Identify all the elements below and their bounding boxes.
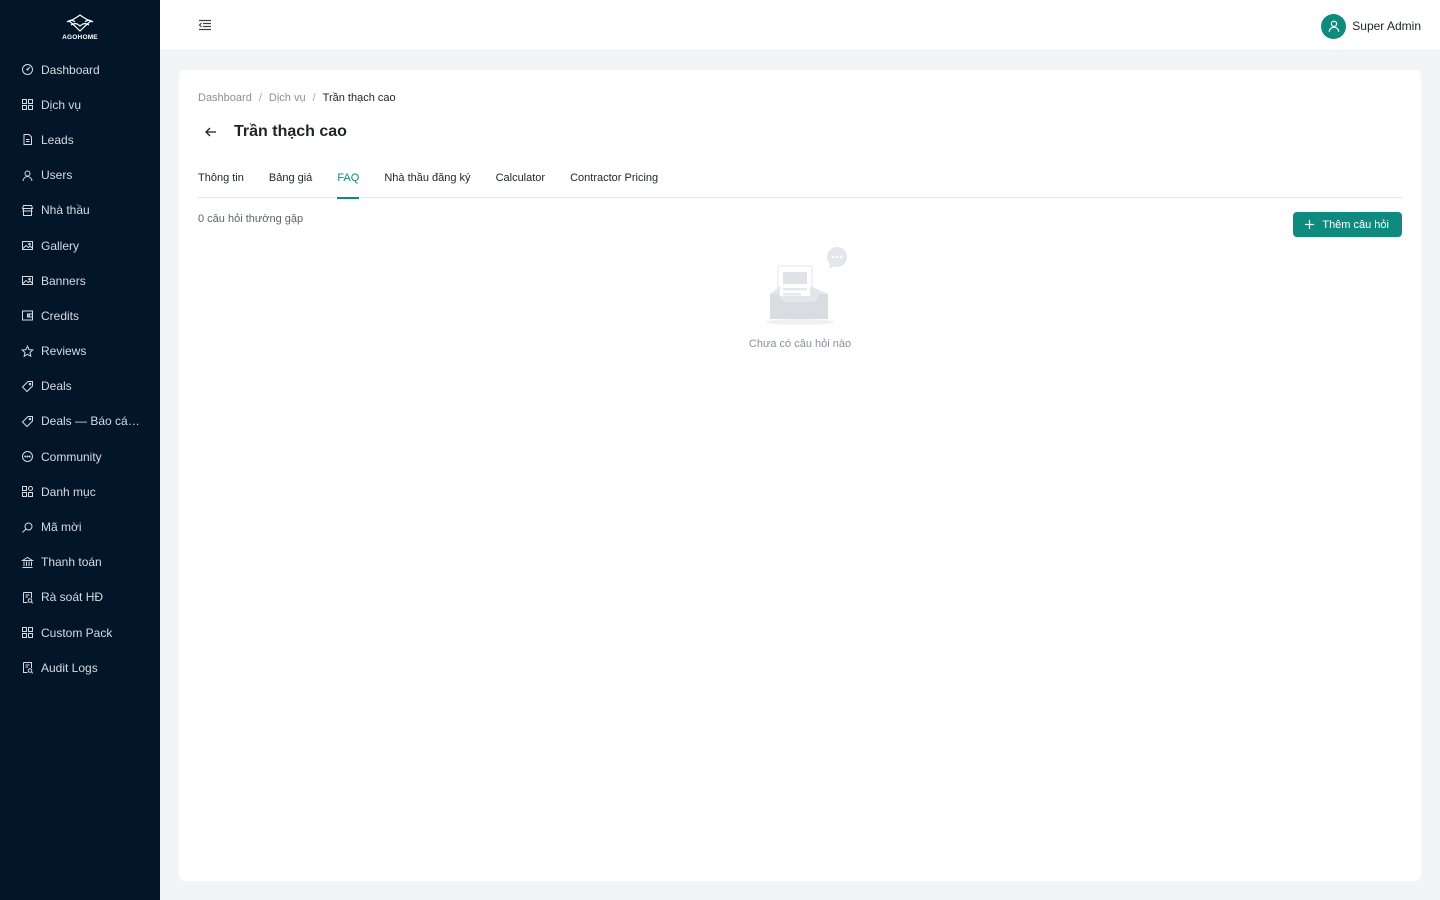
avatar (1321, 13, 1347, 39)
tag-icon (21, 415, 34, 428)
sidebar-item-12[interactable]: Community (0, 439, 160, 474)
user-icon (21, 169, 34, 182)
sidebar-item-label: Leads (41, 132, 74, 147)
username: Super Admin (1352, 19, 1421, 33)
menu-fold-icon (198, 19, 211, 31)
sidebar-item-label: Nhà thầu (41, 203, 90, 218)
search-icon (21, 521, 34, 534)
sidebar-item-label: Thanh toán (41, 555, 102, 570)
brand-logo[interactable]: AGOHOME (0, 0, 160, 50)
brand-name: AGOHOME (62, 34, 98, 41)
sidebar-item-15[interactable]: Thanh toán (0, 545, 160, 580)
plus-icon (1304, 219, 1315, 230)
sidebar-item-4[interactable]: Users (0, 158, 160, 193)
breadcrumb-dashboard[interactable]: Dashboard (198, 92, 252, 104)
star-icon (21, 344, 34, 358)
sidebar-item-8[interactable]: Credits (0, 298, 160, 333)
sidebar-item-label: Users (41, 168, 73, 183)
sidebar-item-label: Rà soát HĐ (41, 590, 104, 605)
page-title: Trần thạch cao (234, 123, 347, 140)
sidebar-item-17[interactable]: Custom Pack (0, 615, 160, 650)
user-menu[interactable]: Super Admin (1321, 13, 1421, 39)
sidebar-item-14[interactable]: Mã mời (0, 509, 160, 544)
title-row: Trần thạch cao (203, 123, 347, 141)
grid-icon (21, 98, 34, 111)
sidebar-item-1[interactable]: Dashboard (0, 52, 160, 87)
sidebar-item-label: Credits (41, 308, 80, 323)
empty-state: Chưa có câu hỏi nào (729, 246, 871, 350)
sidebar-item-2[interactable]: Dịch vụ (0, 87, 160, 122)
add-question-label: Thêm câu hỏi (1322, 218, 1389, 231)
sidebar-item-label: Banners (41, 273, 86, 288)
sidebar-item-label: Dịch vụ (41, 97, 82, 112)
faq-count: 0 câu hỏi thường gặp (198, 213, 304, 225)
tag-icon (21, 380, 34, 393)
empty-inbox-icon (766, 247, 847, 325)
breadcrumb-services[interactable]: Dịch vụ (269, 92, 306, 104)
picture-icon (21, 274, 34, 287)
sidebar-item-6[interactable]: Gallery (0, 228, 160, 263)
tab-2[interactable]: Bảng giá (269, 172, 312, 198)
sidebar-item-label: Gallery (41, 238, 80, 253)
sidebar-item-11[interactable]: Deals — Báo cáo ... (0, 404, 160, 439)
picture-icon (21, 239, 34, 252)
wallet-icon (21, 309, 34, 322)
tab-3[interactable]: FAQ (337, 172, 360, 199)
audit-icon (21, 661, 34, 674)
back-button[interactable] (203, 124, 219, 140)
top-header: Super Admin (160, 0, 1440, 51)
message-icon (21, 450, 34, 463)
menu-toggle-button[interactable] (197, 17, 213, 33)
tab-6[interactable]: Contractor Pricing (570, 172, 658, 198)
sidebar-item-label: Mã mời (41, 520, 82, 535)
content-card: Dashboard / Dịch vụ / Trần thạch cao Trầ… (179, 70, 1421, 881)
tab-bar: Thông tin Bảng giá FAQ Nhà thầu đăng ký Calc… (198, 172, 1402, 199)
sidebar-item-16[interactable]: Rà soát HĐ (0, 580, 160, 615)
sidebar-item-label: Dashboard (41, 62, 100, 77)
document-icon (21, 133, 34, 146)
shop-icon (21, 204, 34, 217)
tab-4[interactable]: Nhà thầu đăng ký (384, 172, 470, 198)
breadcrumb-current: Trần thạch cao (322, 92, 396, 104)
category-icon (21, 485, 34, 498)
sidebar-item-13[interactable]: Danh mục (0, 474, 160, 509)
logo-icon (66, 14, 94, 32)
tab-1[interactable]: Thông tin (198, 172, 244, 198)
user-icon (1328, 20, 1340, 32)
sidebar-item-label: Community (41, 449, 102, 464)
sidebar: AGOHOME Dashboard Dịch vụ Leads Users Nhà th… (0, 0, 160, 900)
sidebar-item-5[interactable]: Nhà thầu (0, 193, 160, 228)
sidebar-item-10[interactable]: Deals (0, 369, 160, 404)
empty-state-text: Chưa có câu hỏi nào (748, 338, 852, 350)
sidebar-item-18[interactable]: Audit Logs (0, 650, 160, 685)
breadcrumb-separator: / (312, 92, 316, 104)
sidebar-item-7[interactable]: Banners (0, 263, 160, 298)
sidebar-item-label: Audit Logs (41, 660, 98, 675)
dashboard-icon (21, 63, 34, 76)
audit-icon (21, 591, 34, 604)
sidebar-item-9[interactable]: Reviews (0, 334, 160, 369)
add-question-button[interactable]: Thêm câu hỏi (1293, 212, 1402, 237)
breadcrumb: Dashboard / Dịch vụ / Trần thạch cao (198, 92, 396, 104)
sidebar-item-3[interactable]: Leads (0, 122, 160, 157)
sidebar-item-label: Danh mục (41, 484, 96, 499)
tab-5[interactable]: Calculator (496, 172, 546, 198)
bank-icon (21, 556, 34, 569)
grid-icon (21, 626, 34, 639)
sidebar-item-label: Reviews (41, 344, 87, 359)
breadcrumb-separator: / (258, 92, 262, 104)
sidebar-item-label: Custom Pack (41, 625, 113, 640)
sidebar-item-label: Deals — Báo cáo ... (41, 414, 141, 429)
arrow-left-icon (205, 127, 216, 137)
sidebar-nav: Dashboard Dịch vụ Leads Users Nhà thầu Galler… (0, 50, 160, 685)
sidebar-item-label: Deals (41, 379, 72, 394)
